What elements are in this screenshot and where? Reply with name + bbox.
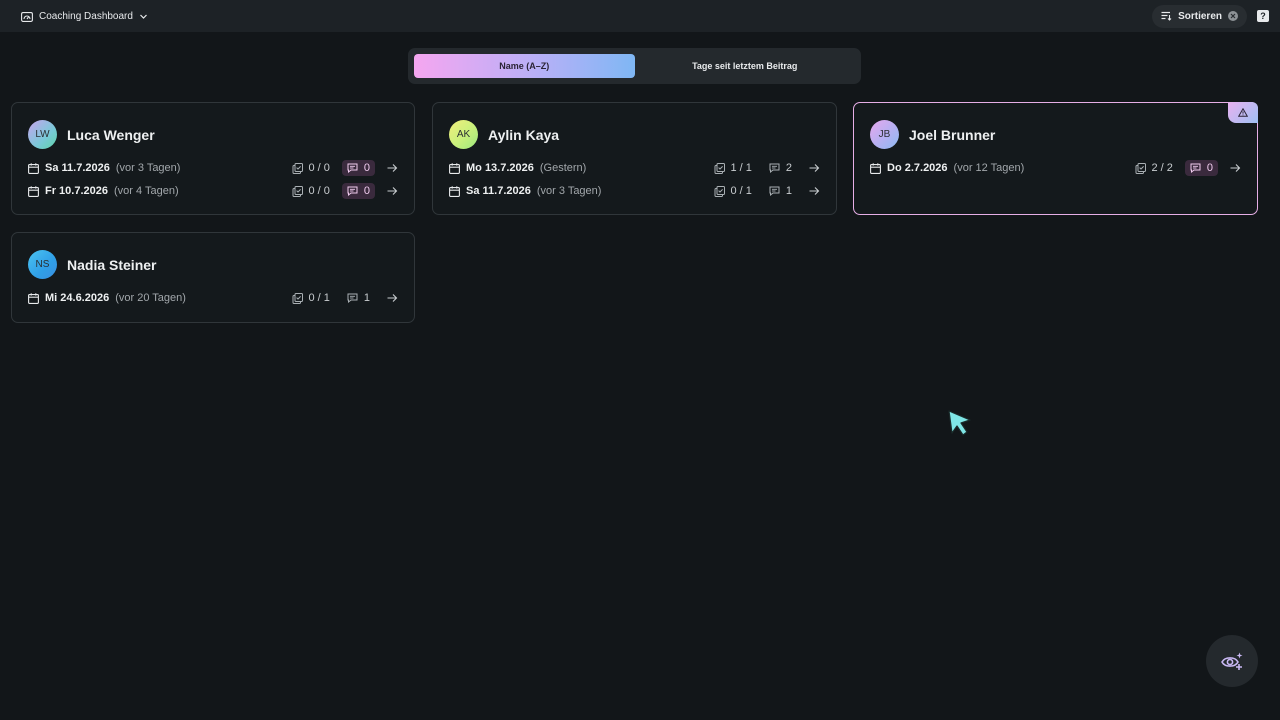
app-switcher[interactable]: Coaching Dashboard <box>21 11 148 22</box>
arrow-right-icon[interactable] <box>809 186 820 196</box>
client-name: Joel Brunner <box>909 126 996 143</box>
entry-date: Mi 24.6.2026 <box>45 292 110 304</box>
client-card-flagged[interactable]: JB Joel Brunner Do 2.7.2026 (vor 12 Tage… <box>853 102 1258 215</box>
eye-sparkle-icon <box>1221 652 1243 670</box>
task-count-value: 1 / 1 <box>730 162 752 174</box>
tasks-icon <box>292 162 304 174</box>
task-count: 0 / 1 <box>714 185 752 197</box>
task-count: 0 / 1 <box>292 292 330 304</box>
comment-icon <box>769 186 780 196</box>
avatar: JB <box>870 120 899 149</box>
task-count-value: 0 / 0 <box>308 185 330 197</box>
comment-count: 1 <box>342 290 375 306</box>
tasks-icon <box>292 292 304 304</box>
comment-count-value: 0 <box>363 185 370 197</box>
tasks-icon <box>1135 162 1147 174</box>
arrow-right-icon[interactable] <box>809 163 820 173</box>
arrow-right-icon[interactable] <box>387 293 398 303</box>
entry-relative-date: (Gestern) <box>539 162 587 174</box>
entry-date: Do 2.7.2026 <box>887 162 948 174</box>
task-count: 0 / 0 <box>292 162 330 174</box>
entry-date: Sa 11.7.2026 <box>45 162 110 174</box>
comment-count-value: 2 <box>785 162 792 174</box>
comment-count: 0 <box>341 183 375 199</box>
task-count-value: 0 / 1 <box>308 292 330 304</box>
comment-count: 1 <box>764 183 797 199</box>
entry-row[interactable]: Sa 11.7.2026 (vor 3 Tagen) 0 / 1 1 <box>449 182 820 200</box>
task-count: 2 / 2 <box>1135 162 1173 174</box>
arrow-right-icon[interactable] <box>387 163 398 173</box>
sort-option-days[interactable]: Tage seit letztem Beitrag <box>635 54 856 78</box>
entry-row[interactable]: Do 2.7.2026 (vor 12 Tagen) 2 / 2 0 <box>870 159 1241 177</box>
entry-row[interactable]: Fr 10.7.2026 (vor 4 Tagen) 0 / 0 0 <box>28 182 398 200</box>
avatar: LW <box>28 120 57 149</box>
warning-triangle-icon <box>1238 108 1248 117</box>
entry-row[interactable]: Mo 13.7.2026 (Gestern) 1 / 1 2 <box>449 159 820 177</box>
calendar-icon <box>28 162 39 174</box>
sort-label: Sortieren <box>1178 10 1222 22</box>
help-button[interactable]: ? <box>1257 10 1269 22</box>
top-bar: Coaching Dashboard Sortieren ? <box>0 0 1280 32</box>
task-count-value: 0 / 0 <box>308 162 330 174</box>
warning-flag <box>1228 102 1258 123</box>
comment-icon <box>347 293 358 303</box>
comment-count: 0 <box>1184 160 1218 176</box>
sort-option-name[interactable]: Name (A–Z) <box>414 54 635 78</box>
client-card[interactable]: LW Luca Wenger Sa 11.7.2026 (vor 3 Tagen… <box>11 102 415 215</box>
entry-relative-date: (vor 20 Tagen) <box>115 292 186 304</box>
entry-row[interactable]: Sa 11.7.2026 (vor 3 Tagen) 0 / 0 0 <box>28 159 398 177</box>
entry-relative-date: (vor 3 Tagen) <box>536 185 602 197</box>
entry-relative-date: (vor 4 Tagen) <box>114 185 179 197</box>
insights-fab-button[interactable] <box>1206 635 1258 687</box>
comment-count-value: 0 <box>363 162 370 174</box>
client-card[interactable]: NS Nadia Steiner Mi 24.6.2026 (vor 20 Ta… <box>11 232 415 323</box>
entry-relative-date: (vor 12 Tagen) <box>953 162 1025 174</box>
arrow-right-icon[interactable] <box>387 186 398 196</box>
client-card[interactable]: AK Aylin Kaya Mo 13.7.2026 (Gestern) 1 /… <box>432 102 837 215</box>
clear-sort-icon[interactable] <box>1228 11 1238 21</box>
sort-toggle: Name (A–Z) Tage seit letztem Beitrag <box>408 48 861 84</box>
app-title: Coaching Dashboard <box>39 10 133 22</box>
client-name: Luca Wenger <box>67 126 155 143</box>
comment-count-value: 0 <box>1206 162 1213 174</box>
comment-count-value: 1 <box>785 185 792 197</box>
entry-relative-date: (vor 3 Tagen) <box>115 162 181 174</box>
tasks-icon <box>714 162 726 174</box>
entry-date: Fr 10.7.2026 <box>45 185 108 197</box>
comment-count: 0 <box>341 160 375 176</box>
sort-button[interactable]: Sortieren <box>1152 4 1247 28</box>
calendar-icon <box>28 185 39 197</box>
dashboard-gauge-icon <box>21 11 33 22</box>
comment-icon <box>347 186 358 196</box>
comment-icon <box>347 163 358 173</box>
avatar: AK <box>449 120 478 149</box>
tasks-icon <box>714 185 726 197</box>
comment-icon <box>769 163 780 173</box>
chevron-down-icon <box>140 14 147 19</box>
calendar-icon <box>28 292 39 304</box>
avatar: NS <box>28 250 57 279</box>
calendar-icon <box>449 185 460 197</box>
entry-date: Mo 13.7.2026 <box>466 162 534 174</box>
comment-count-value: 1 <box>363 292 370 304</box>
task-count-value: 2 / 2 <box>1151 162 1173 174</box>
client-name: Aylin Kaya <box>488 126 560 143</box>
task-count-value: 0 / 1 <box>730 185 752 197</box>
comment-icon <box>1190 163 1201 173</box>
task-count: 0 / 0 <box>292 185 330 197</box>
tasks-icon <box>292 185 304 197</box>
entry-date: Sa 11.7.2026 <box>466 185 531 197</box>
mouse-cursor-icon <box>948 410 971 436</box>
client-name: Nadia Steiner <box>67 256 157 273</box>
arrow-right-icon[interactable] <box>1230 163 1241 173</box>
sort-lines-icon <box>1161 11 1172 21</box>
entry-row[interactable]: Mi 24.6.2026 (vor 20 Tagen) 0 / 1 1 <box>28 289 398 307</box>
comment-count: 2 <box>764 160 797 176</box>
calendar-icon <box>870 162 881 174</box>
task-count: 1 / 1 <box>714 162 752 174</box>
calendar-icon <box>449 162 460 174</box>
